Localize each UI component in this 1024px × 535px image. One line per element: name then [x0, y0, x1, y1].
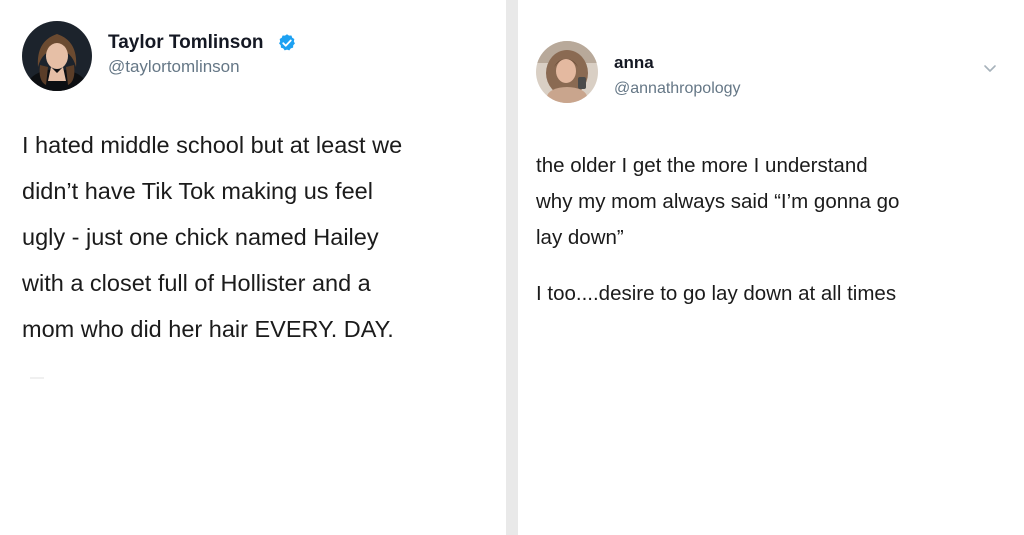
tweet-text-line: ugly - just one chick named Hailey [22, 224, 379, 250]
tweet-text: I hated middle school but at least we di… [22, 122, 502, 352]
author-handle[interactable]: @annathropology [614, 80, 741, 98]
author-name[interactable]: anna [614, 53, 654, 73]
tweet-text-line: with a closet full of Hollister and a [22, 270, 371, 296]
author-handle[interactable]: @taylortomlinson [108, 57, 240, 77]
avatar-image [536, 41, 598, 103]
tweet-text-line: mom who did her hair EVERY. DAY. [22, 316, 394, 342]
avatar[interactable] [22, 21, 92, 91]
tweet-text: the older I get the more I understand wh… [536, 148, 1016, 256]
tweet-text-paragraph: I too....desire to go lay down at all ti… [536, 282, 897, 305]
tweet-card-left[interactable]: Taylor Tomlinson @taylortomlinson I hate… [0, 0, 506, 535]
avatar[interactable] [536, 41, 598, 103]
author-name[interactable]: Taylor Tomlinson [108, 32, 264, 54]
avatar-image [22, 21, 92, 91]
tweet-text-line: why my mom always said “I’m gonna go [536, 190, 900, 213]
verified-badge-icon [279, 34, 295, 51]
tweet-text-line: the older I get the more I understand [536, 154, 868, 177]
screenshot-canvas: Taylor Tomlinson @taylortomlinson I hate… [0, 0, 1024, 535]
tweet-text-line: lay down” [536, 226, 624, 249]
faint-mark [30, 377, 44, 379]
chevron-down-icon[interactable] [982, 60, 998, 76]
tweet-card-right[interactable]: anna @annathropology the older I get the… [518, 0, 1024, 535]
tweet-text-line: I hated middle school but at least we [22, 132, 403, 158]
tweet-text-line: didn’t have Tik Tok making us feel [22, 178, 373, 204]
panel-divider [506, 0, 518, 535]
